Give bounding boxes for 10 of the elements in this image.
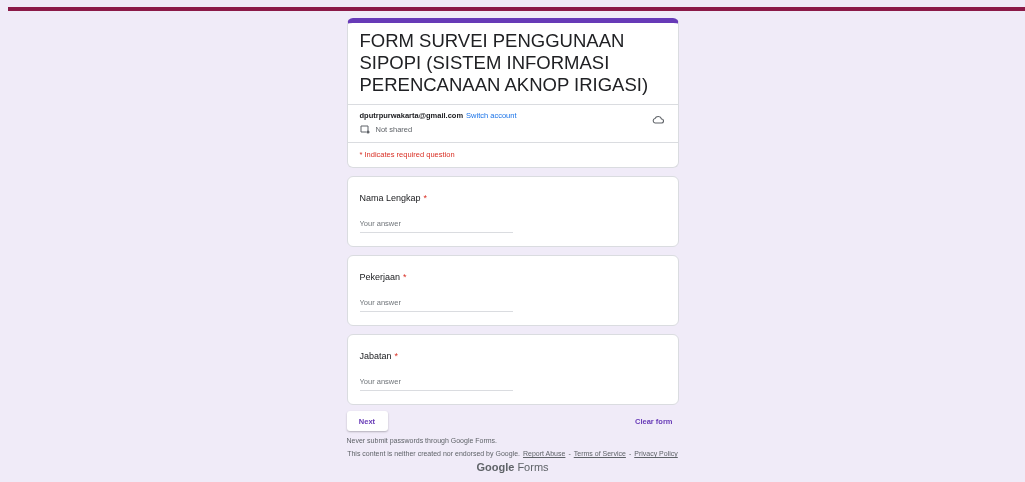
- not-shared-icon: [359, 125, 370, 134]
- cloud-icon: [651, 115, 664, 124]
- required-mark: *: [403, 272, 407, 282]
- form-title: FORM SURVEI PENGGUNAAN SIPOPI (SISTEM INFORMASI PERENCANAAN AKNOP IRIGASI): [358, 29, 650, 97]
- required-mark: *: [394, 351, 399, 361]
- google-forms-logo: Google Forms: [476, 461, 549, 473]
- question-label: Pekerjaan: [359, 272, 401, 282]
- question-label: Nama Lengkap: [359, 193, 421, 203]
- question-label: Jabatan: [359, 351, 392, 361]
- required-mark: *: [423, 193, 428, 203]
